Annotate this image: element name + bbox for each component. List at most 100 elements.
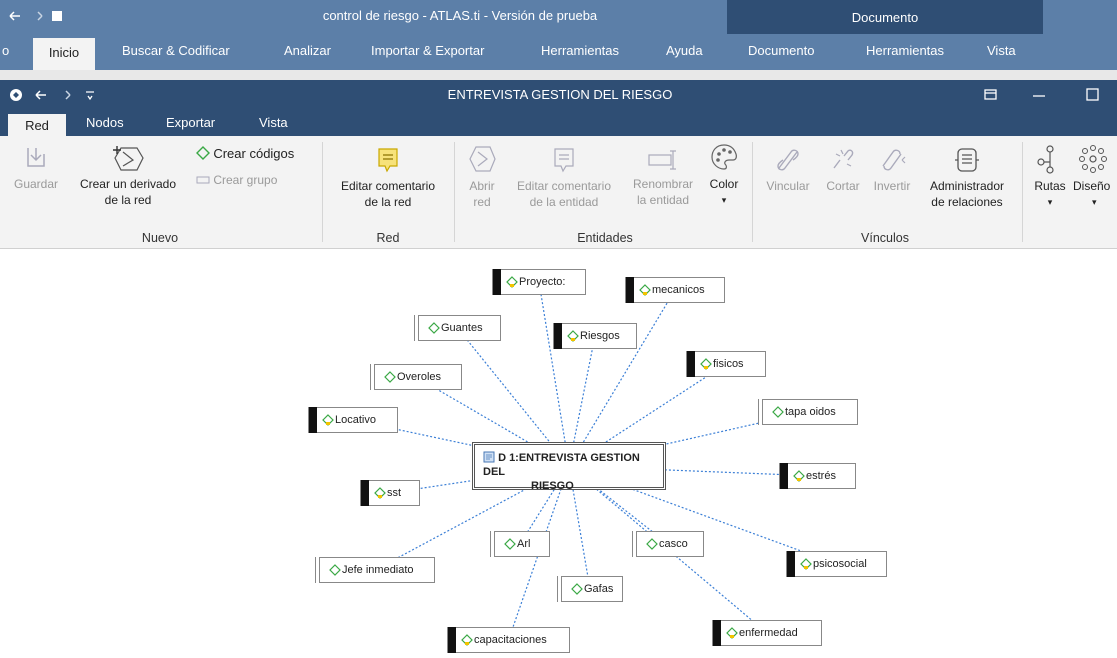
code-node[interactable]: Gafas (557, 576, 623, 602)
node-label: capacitaciones (461, 634, 547, 646)
tab-importar-exportar[interactable]: Importar & Exportar (371, 43, 484, 58)
node-text: Locativo (335, 414, 376, 426)
crear-codigos-button[interactable]: Crear códigos (196, 146, 294, 162)
node-label: Overoles (384, 371, 441, 383)
node-text: mecanicos (652, 284, 705, 296)
code-node[interactable]: tapa oidos (758, 399, 858, 425)
node-text: tapa oidos (785, 406, 836, 418)
tab-inner-vista[interactable]: Vista (259, 115, 288, 130)
code-node[interactable]: sst (360, 480, 420, 506)
guardar-button[interactable]: Guardar (8, 144, 64, 192)
crear-codigos-label: Crear códigos (213, 146, 295, 161)
center-document-node[interactable]: D 1:ENTREVISTA GESTION DEL RIESGO (472, 442, 666, 492)
disenos-dropdown-arrow[interactable]: ▾ (1092, 194, 1117, 210)
code-node[interactable]: fisicos (686, 351, 766, 377)
entity-comment-icon (554, 148, 574, 173)
rutas-label: Rutas (1034, 179, 1066, 193)
code-icon (700, 358, 712, 370)
code-node[interactable]: Jefe inmediato (315, 557, 435, 583)
crear-grupo-label: Crear grupo (213, 173, 278, 187)
node-text: enfermedad (739, 627, 798, 639)
code-node[interactable]: Arl (490, 531, 550, 557)
network-link[interactable] (538, 281, 570, 467)
administrador-relaciones-button[interactable]: Administrador de relaciones (918, 146, 1016, 210)
tab-herramientas[interactable]: Herramientas (541, 43, 619, 58)
tab-partial[interactable]: o (2, 43, 9, 58)
invertir-button[interactable]: Invertir (866, 146, 918, 194)
node-bar (491, 531, 495, 557)
editar-entidad-label-2: de la entidad (529, 195, 599, 209)
code-icon (322, 414, 334, 426)
tab-inicio[interactable]: Inicio (33, 38, 95, 70)
editar-comentario-red-button[interactable]: Editar comentario de la red (326, 146, 450, 210)
code-node[interactable]: Riesgos (553, 323, 637, 349)
rutas-dropdown-arrow[interactable]: ▾ (1028, 194, 1072, 210)
network-canvas[interactable]: D 1:ENTREVISTA GESTION DEL RIESGO Proyec… (0, 249, 1117, 658)
tab-nodos[interactable]: Nodos (86, 115, 124, 130)
color-dropdown-arrow[interactable]: ▾ (702, 192, 746, 208)
node-text: fisicos (713, 358, 744, 370)
crear-grupo-button[interactable]: Crear grupo (196, 172, 277, 188)
code-node[interactable]: casco (632, 531, 704, 557)
editar-comentario-red-label-1: Editar comentario (340, 179, 436, 193)
administrador-label-1: Administrador (929, 179, 1005, 193)
network-link[interactable] (568, 289, 676, 467)
tab-inicio-label: Inicio (48, 45, 80, 60)
restore-icon[interactable] (984, 89, 998, 101)
node-label: tapa oidos (772, 406, 836, 418)
crear-derivado-button[interactable]: Crear un derivado de la red (66, 144, 190, 208)
code-node[interactable]: Guantes (414, 315, 501, 341)
disenos-button[interactable]: Diseño ▾ (1070, 144, 1117, 210)
node-text: sst (387, 487, 402, 499)
code-node[interactable]: Locativo (308, 407, 398, 433)
group-label-entidades: Entidades (577, 231, 633, 245)
code-icon (567, 330, 579, 342)
editar-comentario-red-label-2: de la red (364, 195, 412, 209)
tab-doc-herramientas[interactable]: Herramientas (866, 43, 944, 58)
tab-documento[interactable]: Documento (748, 43, 814, 58)
tab-red[interactable]: Red (8, 114, 66, 136)
ribbon-separator (752, 142, 753, 242)
quick-access-icons[interactable] (8, 9, 68, 23)
editar-comentario-entidad-button[interactable]: Editar comentario de la entidad (504, 146, 624, 210)
code-node[interactable]: mecanicos (625, 277, 725, 303)
code-node[interactable]: Proyecto: (492, 269, 586, 295)
abrir-red-button[interactable]: Abrir red (460, 144, 504, 210)
link-icon (777, 149, 799, 171)
node-label: fisicos (700, 358, 744, 370)
code-icon (329, 564, 341, 576)
tab-ayuda[interactable]: Ayuda (666, 43, 703, 58)
code-icon (772, 406, 784, 418)
renombrar-label-2: la entidad (636, 193, 690, 207)
renombrar-entidad-button[interactable]: Renombrar la entidad (626, 148, 700, 208)
cortar-label: Cortar (826, 179, 860, 193)
code-node[interactable]: Overoles (370, 364, 462, 390)
tab-exportar[interactable]: Exportar (166, 115, 215, 130)
code-node[interactable]: psicosocial (786, 551, 887, 577)
code-diamond-icon (196, 146, 210, 160)
node-bar (633, 531, 637, 557)
code-node[interactable]: estrés (779, 463, 856, 489)
maximize-icon[interactable] (1086, 88, 1100, 102)
minimize-icon[interactable] (1032, 94, 1046, 98)
node-bar (371, 364, 375, 390)
abrir-label-2: red (473, 195, 491, 209)
code-icon (506, 276, 518, 288)
color-button[interactable]: Color ▾ (702, 142, 746, 208)
tab-vista[interactable]: Vista (987, 43, 1016, 58)
outer-title-bar: control de riesgo - ATLAS.ti - Versión d… (0, 0, 1117, 70)
inner-quick-access-icons[interactable] (8, 87, 108, 103)
code-node[interactable]: enfermedad (712, 620, 822, 646)
crear-derivado-label-2: de la red (104, 193, 152, 207)
code-node[interactable]: capacitaciones (447, 627, 570, 653)
rutas-button[interactable]: Rutas ▾ (1028, 144, 1072, 210)
node-text: Guantes (441, 322, 483, 334)
code-icon (793, 470, 805, 482)
cortar-button[interactable]: Cortar (818, 146, 868, 194)
tab-analizar[interactable]: Analizar (284, 43, 331, 58)
tab-buscar-codificar[interactable]: Buscar & Codificar (122, 43, 230, 58)
vincular-button[interactable]: Vincular (758, 146, 818, 194)
node-label: Guantes (428, 322, 483, 334)
group-label-nuevo: Nuevo (141, 231, 179, 245)
network-ribbon: Guardar Crear un derivado de la red Crea… (0, 136, 1117, 249)
